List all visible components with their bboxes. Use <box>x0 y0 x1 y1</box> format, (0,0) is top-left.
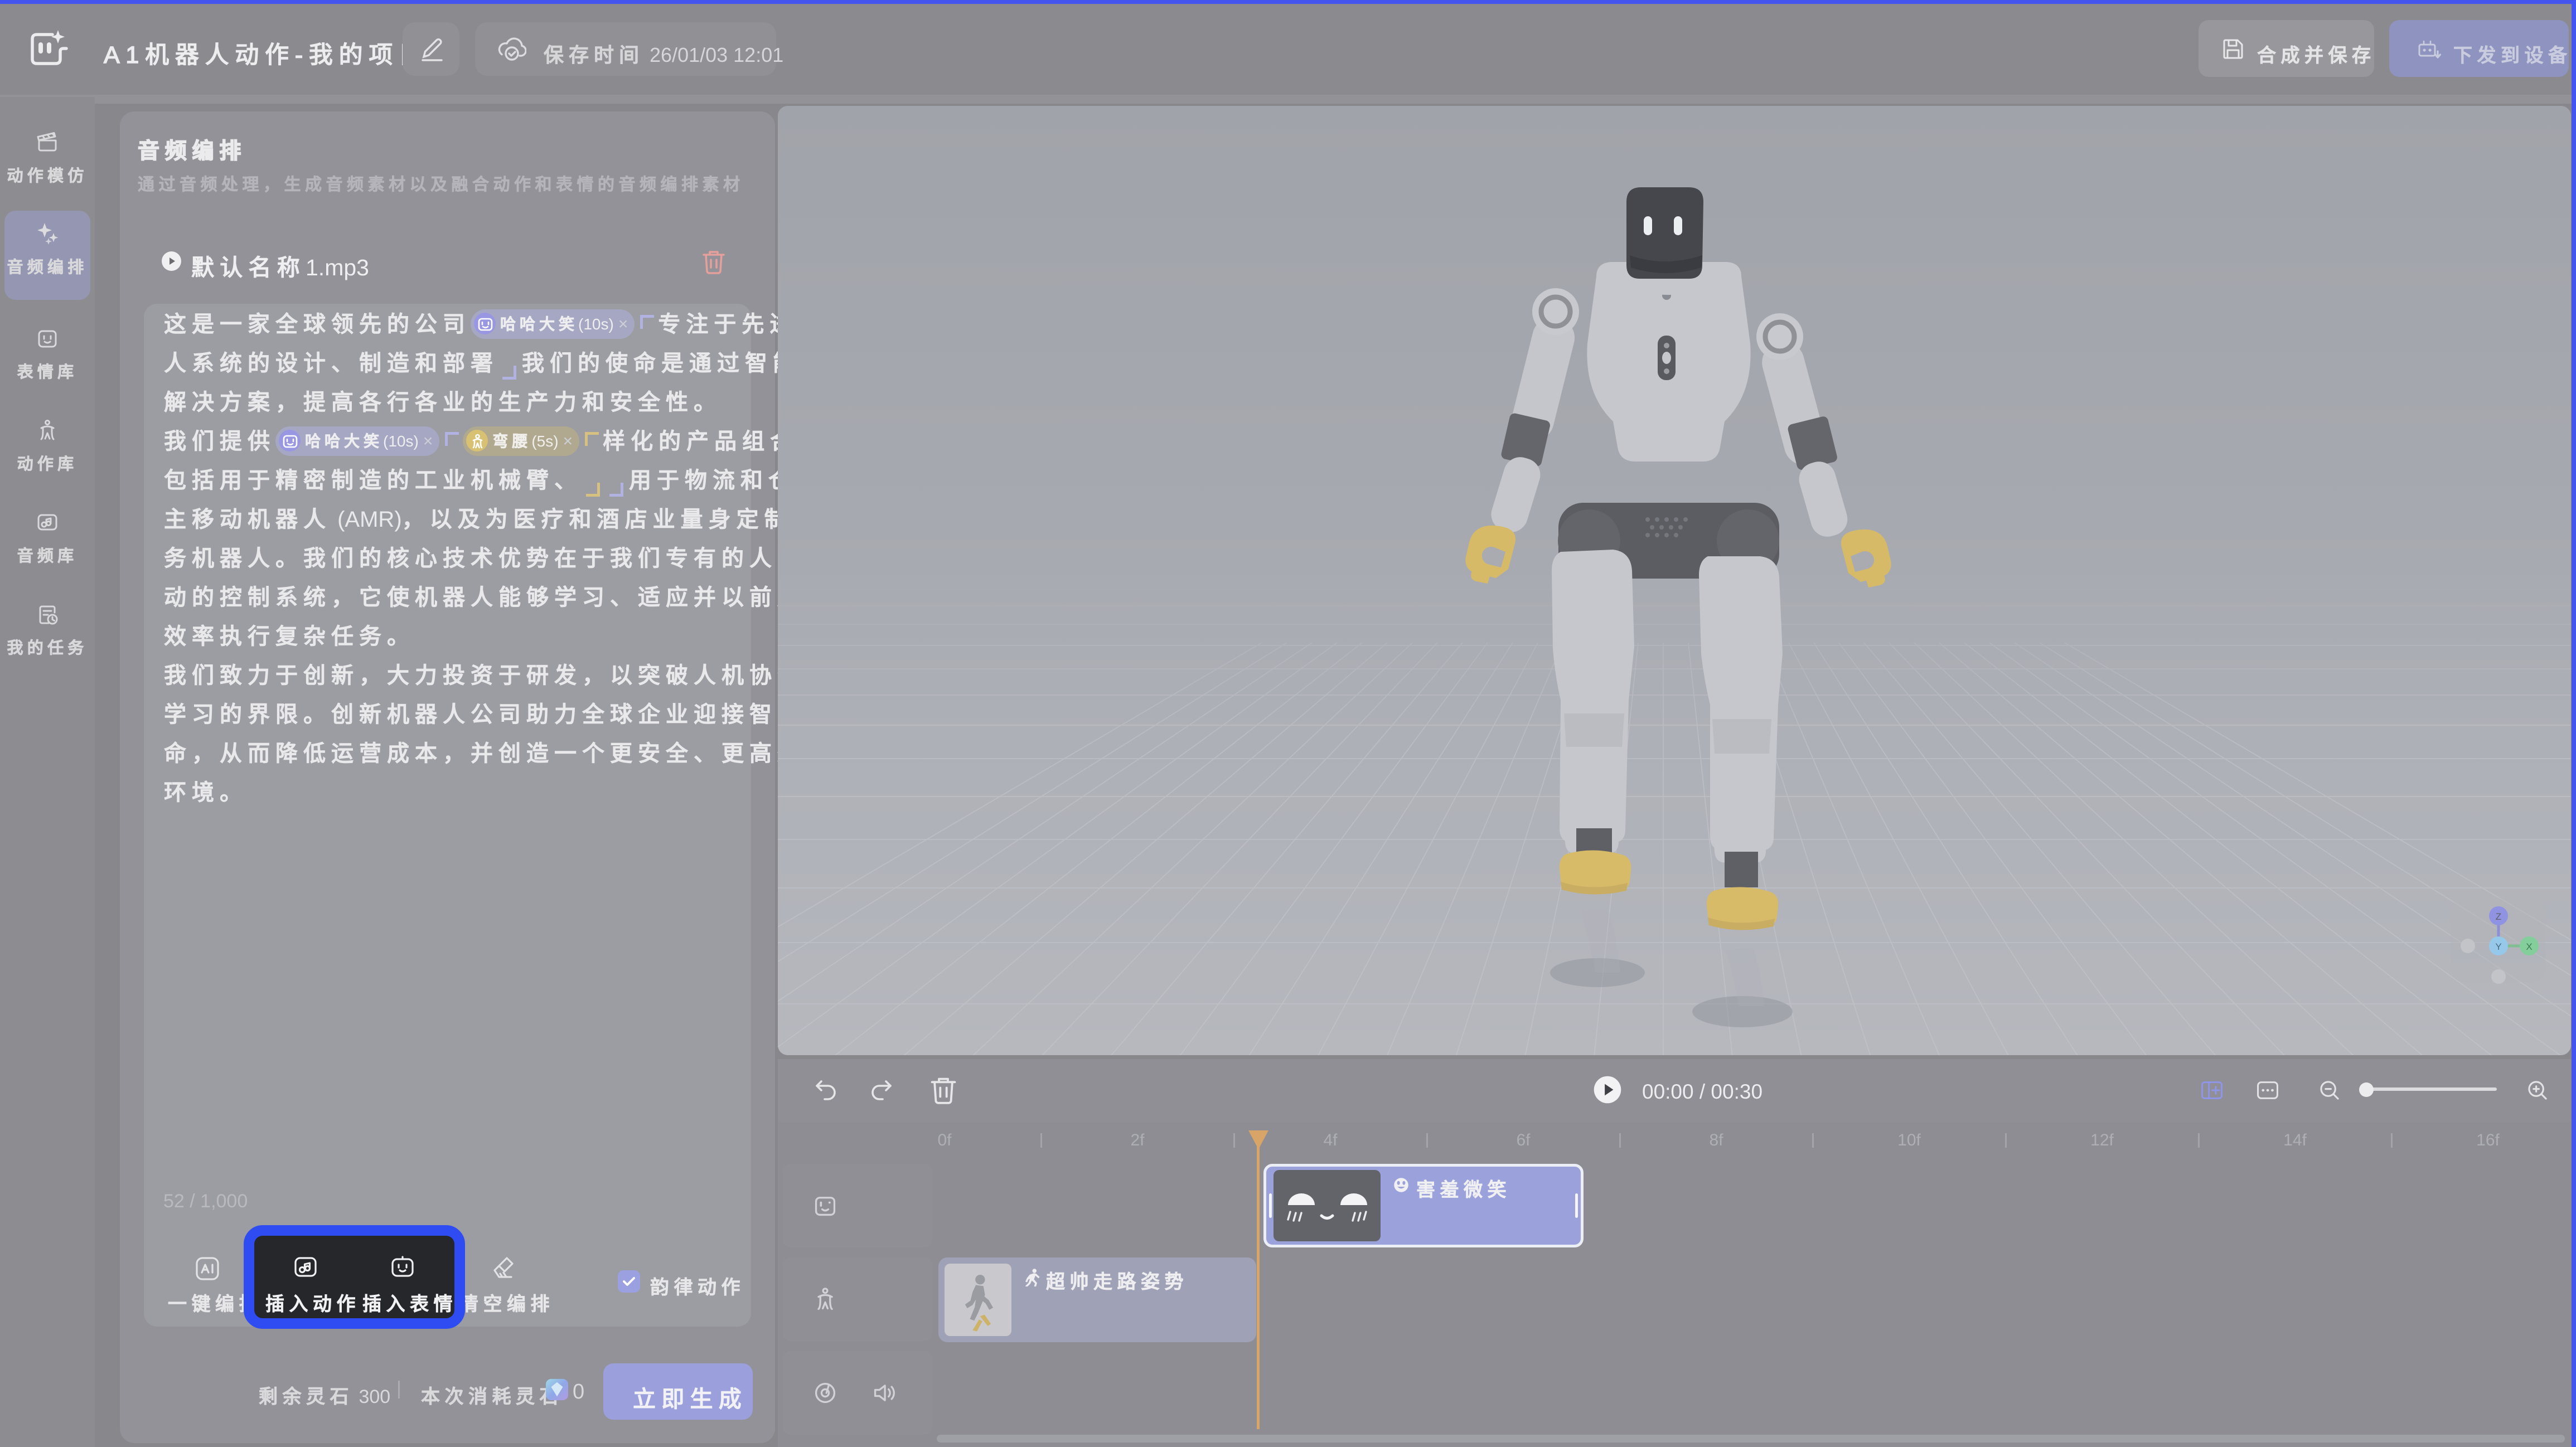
svg-text:Z: Z <box>2496 911 2501 922</box>
svg-text:X: X <box>2526 941 2532 952</box>
svg-text:Y: Y <box>2495 941 2501 952</box>
